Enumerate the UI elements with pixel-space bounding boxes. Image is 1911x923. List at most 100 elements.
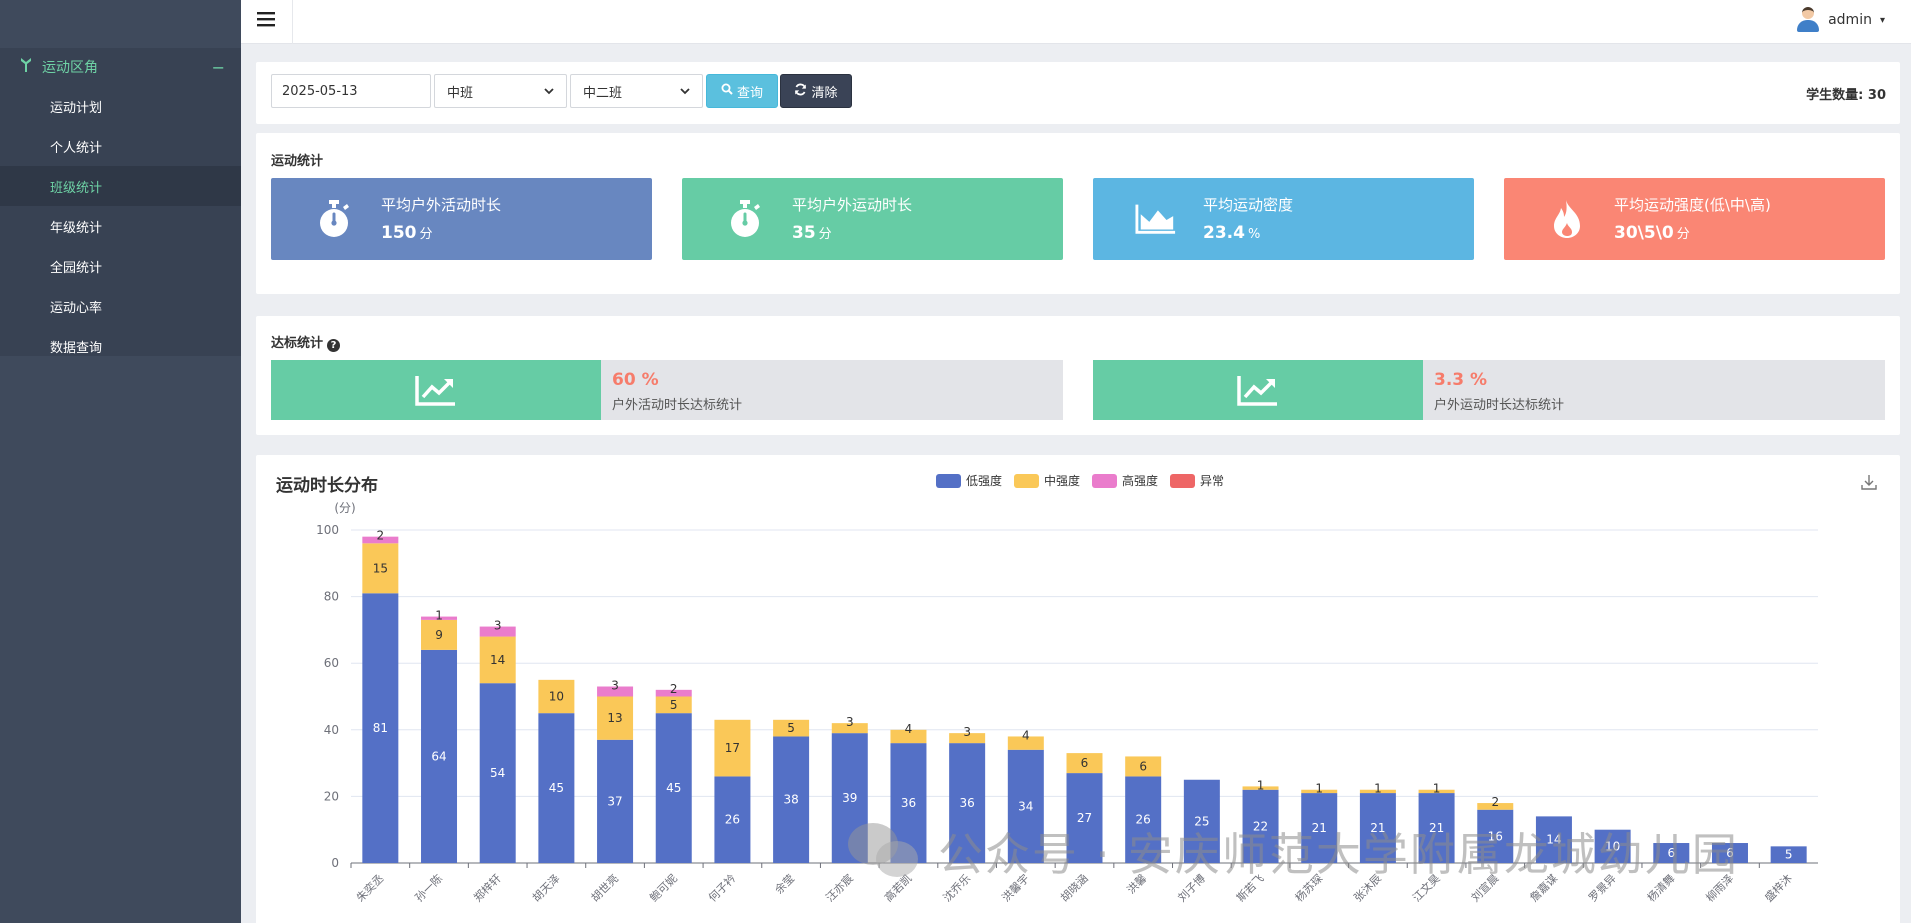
clear-button-label: 清除 <box>811 85 838 101</box>
data-label: 1 <box>1374 782 1382 796</box>
stat-value: 30\5\0 分 <box>1614 223 1690 243</box>
x-tick-label: 郑梓轩 <box>471 871 504 904</box>
class-select-value: 中二班 <box>583 85 623 101</box>
y-axis-label: (分) <box>334 501 355 515</box>
stat-number: 23.4 <box>1203 223 1245 243</box>
data-label: 54 <box>490 766 505 780</box>
sidebar-item-label: 年级统计 <box>50 220 103 236</box>
sidebar-header <box>0 0 241 44</box>
data-label: 5 <box>787 721 795 735</box>
clear-button[interactable]: 清除 <box>780 74 852 108</box>
reach-title: 达标统计? <box>271 332 341 352</box>
sidebar-section-label: 运动区角 <box>42 60 98 76</box>
hamburger-icon[interactable] <box>257 8 275 33</box>
student-count: 学生数量: 30 <box>1806 88 1886 103</box>
data-label: 2 <box>1491 795 1499 809</box>
sidebar-item[interactable]: 班级统计 <box>0 166 241 206</box>
help-icon[interactable]: ? <box>327 339 341 352</box>
data-label: 4 <box>1022 728 1030 742</box>
legend-swatch <box>1014 473 1040 488</box>
wechat-logo-icon <box>848 822 918 879</box>
data-label: 45 <box>666 781 681 795</box>
x-tick-label: 鲍可妮 <box>647 871 680 904</box>
legend-item[interactable]: 高强度 <box>1092 472 1158 489</box>
caret-down-icon: ▾ <box>1879 14 1885 26</box>
legend-swatch <box>1170 473 1196 488</box>
filter-card: 中班 中二班 查询 清除 学生数量: 30 <box>256 62 1900 124</box>
sidebar-item-label: 全园统计 <box>50 260 103 276</box>
watermark: 公众号 · 安庆师范大学附属龙城幼儿园 <box>848 818 1739 883</box>
x-tick-label: 朱奕丞 <box>353 871 386 904</box>
data-label: 37 <box>607 794 622 808</box>
reach-box: 60 % 户外活动时长达标统计 <box>271 360 1063 420</box>
data-label: 2 <box>670 682 678 696</box>
legend-swatch <box>936 473 961 488</box>
download-icon[interactable] <box>1860 473 1878 491</box>
data-label: 3 <box>963 725 971 739</box>
data-label: 64 <box>431 749 446 763</box>
sport-icon <box>20 57 32 77</box>
sidebar-item-label: 运动计划 <box>50 100 103 116</box>
stat-unit: 分 <box>419 227 433 242</box>
stat-box: 平均户外运动时长 35 分 <box>682 178 1063 260</box>
user-menu[interactable]: admin ▾ <box>1796 7 1885 33</box>
reach-title-text: 达标统计 <box>271 336 324 351</box>
topbar-divider <box>292 0 293 44</box>
data-label: 1 <box>435 609 443 623</box>
sidebar-item[interactable]: 个人统计 <box>0 126 241 166</box>
refresh-icon <box>794 83 807 100</box>
data-label: 3 <box>846 715 854 729</box>
data-label: 3 <box>494 619 502 633</box>
sidebar-section-head[interactable]: 运动区角 − <box>0 48 241 86</box>
chevron-down-icon <box>544 85 554 98</box>
stat-label: 平均户外运动时长 <box>792 196 913 214</box>
stat-number: 30\5\0 <box>1614 223 1674 243</box>
reach-label: 户外运动时长达标统计 <box>1434 398 1565 413</box>
legend-item[interactable]: 低强度 <box>936 472 1002 489</box>
y-tick-label: 40 <box>324 723 339 737</box>
collapse-icon[interactable]: − <box>212 58 225 77</box>
sidebar-item[interactable]: 运动心率 <box>0 286 241 326</box>
data-label: 39 <box>842 791 857 805</box>
data-label: 1 <box>1257 778 1265 792</box>
data-label: 1 <box>1315 782 1323 796</box>
date-input[interactable] <box>271 74 431 108</box>
stats-card: 运动统计 平均户外活动时长 150 分平均户外运动时长 35 分平均运动密度 23.4% 平… <box>256 133 1900 294</box>
sidebar-section: 运动区角 − 运动计划 个人统计 班级统计 年级统计 全园统计 运动心率 数据查询 <box>0 48 241 356</box>
stats-title: 运动统计 <box>271 154 324 169</box>
avatar <box>1796 7 1820 33</box>
query-button[interactable]: 查询 <box>706 74 778 108</box>
grade-select-value: 中班 <box>447 85 474 101</box>
topbar: admin ▾ <box>241 0 1911 44</box>
data-label: 14 <box>490 653 505 667</box>
stat-unit: % <box>1247 227 1261 242</box>
sidebar-item[interactable]: 年级统计 <box>0 206 241 246</box>
chart-title: 运动时长分布 <box>276 476 378 496</box>
legend-item[interactable]: 异常 <box>1170 472 1224 489</box>
class-select[interactable]: 中二班 <box>570 74 703 108</box>
legend-label: 异常 <box>1200 474 1225 488</box>
grade-select[interactable]: 中班 <box>434 74 567 108</box>
stat-value: 23.4% <box>1203 223 1260 243</box>
area-chart-icon <box>1135 198 1177 240</box>
sidebar-item[interactable]: 全园统计 <box>0 246 241 286</box>
data-label: 17 <box>725 741 740 755</box>
stopwatch-icon <box>724 198 766 240</box>
data-label: 26 <box>725 813 740 827</box>
data-label: 81 <box>373 721 388 735</box>
data-label: 36 <box>959 796 974 810</box>
stat-label: 平均运动强度(低\中\高) <box>1614 196 1771 214</box>
data-label: 34 <box>1018 799 1033 813</box>
sidebar-item[interactable]: 数据查询 <box>0 326 241 366</box>
stat-number: 35 <box>792 223 816 243</box>
data-label: 2 <box>377 529 385 543</box>
stat-box: 平均运动密度 23.4% <box>1093 178 1474 260</box>
data-label: 3 <box>611 679 619 693</box>
stat-label: 平均户外活动时长 <box>381 196 502 214</box>
trend-chart-icon <box>271 360 601 420</box>
sidebar-item[interactable]: 运动计划 <box>0 86 241 126</box>
stopwatch-icon <box>313 198 355 240</box>
legend-item[interactable]: 中强度 <box>1014 472 1080 489</box>
stat-value: 35 分 <box>792 223 832 243</box>
data-label: 6 <box>1081 756 1089 770</box>
